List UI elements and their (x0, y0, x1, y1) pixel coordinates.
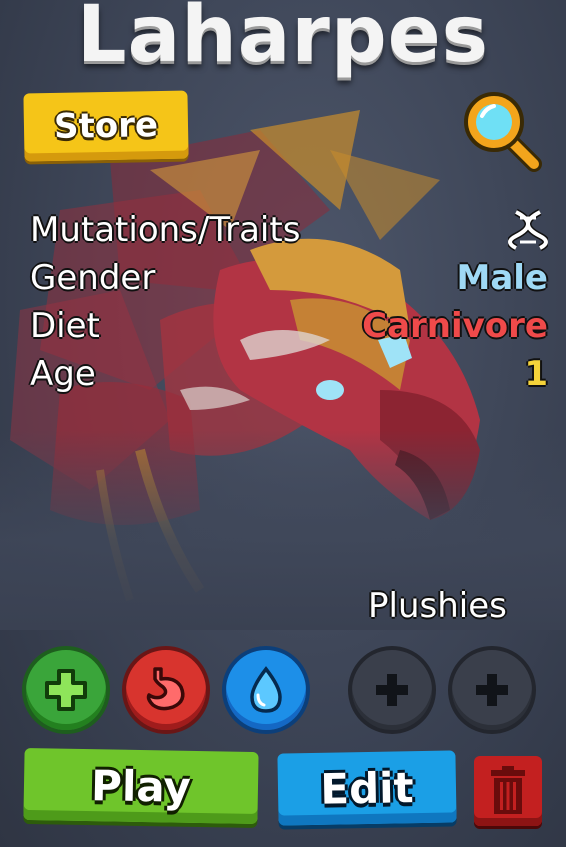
store-button[interactable]: Store (23, 90, 189, 162)
edit-button[interactable]: Edit (277, 750, 457, 826)
stat-label-diet: Diet (30, 306, 100, 346)
play-button[interactable]: Play (23, 747, 259, 825)
water-drop-icon (250, 666, 282, 713)
creature-card: Laharpes Store Mutations/Traits Gender M… (0, 0, 566, 847)
heal-button[interactable] (22, 646, 110, 734)
stat-label-age: Age (30, 354, 96, 394)
delete-button[interactable] (474, 756, 542, 826)
age-value: 1 (524, 354, 548, 394)
plus-icon (476, 674, 508, 706)
creature-name: Laharpes (76, 0, 490, 80)
feed-button[interactable] (122, 646, 210, 734)
trash-icon (491, 766, 525, 814)
plush-slot-2[interactable] (448, 646, 536, 734)
stat-row-mutations: Mutations/Traits (30, 206, 548, 254)
stat-row-diet: Diet Carnivore (30, 302, 548, 350)
stat-label-mutations: Mutations/Traits (30, 210, 301, 250)
water-button[interactable] (222, 646, 310, 734)
plushies-label: Plushies (368, 586, 507, 626)
plush-slot-1[interactable] (348, 646, 436, 734)
plus-icon (376, 674, 408, 706)
stomach-icon (146, 667, 185, 711)
stat-row-age: Age 1 (30, 350, 548, 398)
stat-label-gender: Gender (30, 258, 156, 298)
dna-icon[interactable] (508, 208, 548, 252)
gender-value: Male (456, 258, 549, 298)
plus-icon (45, 669, 87, 711)
magnifying-glass-icon[interactable] (458, 86, 546, 174)
diet-value: Carnivore (362, 306, 548, 346)
stats-panel: Mutations/Traits Gender Male Diet Carniv… (30, 206, 548, 398)
stat-row-gender: Gender Male (30, 254, 548, 302)
